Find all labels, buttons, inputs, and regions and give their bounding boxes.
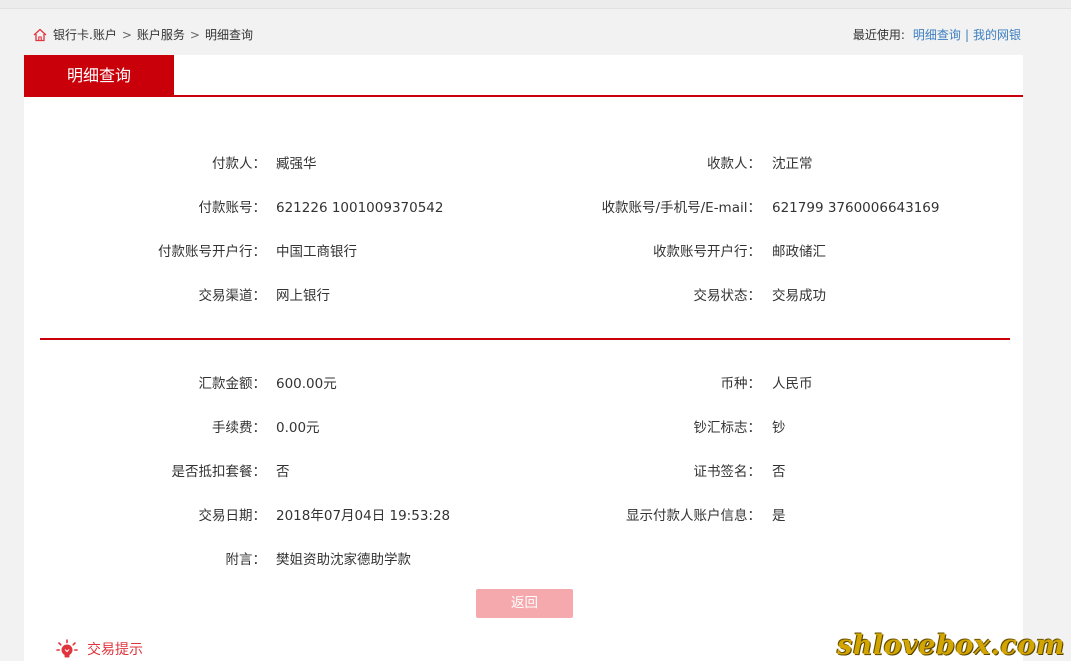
transaction-tip-label: 交易提示 — [87, 642, 143, 658]
status-value: 交易成功 — [772, 288, 826, 304]
payee-label: 收款人： — [707, 156, 761, 172]
package-deduct-label: 是否抵扣套餐： — [171, 464, 267, 480]
payer-bank-value: 中国工商银行 — [276, 244, 357, 260]
date-label: 交易日期： — [198, 508, 267, 524]
tab-detail-query[interactable]: 明细查询 — [24, 55, 174, 96]
amount-label: 汇款金额： — [198, 376, 267, 392]
show-payer-row: 显示付款人账户信息： — [424, 506, 761, 526]
show-payer-label: 显示付款人账户信息： — [626, 508, 761, 524]
cert-sign-label: 证书签名： — [693, 464, 762, 480]
recent-used-label: 最近使用: — [852, 28, 905, 42]
payee-bank-value: 邮政储汇 — [772, 244, 826, 260]
amount-row: 汇款金额： — [24, 374, 267, 394]
payer-bank-label: 付款账号开户行： — [158, 244, 266, 260]
breadcrumb-separator: > — [189, 27, 200, 42]
channel-label: 交易渠道： — [198, 288, 267, 304]
recent-used: 最近使用: 明细查询 | 我的网银 — [853, 26, 1021, 43]
tab-bar: 明细查询 — [24, 55, 1023, 97]
payee-account-label: 收款账号/手机号/E-mail： — [601, 200, 761, 216]
cash-flag-row: 钞汇标志： — [424, 418, 762, 438]
amount-value: 600.00元 — [276, 376, 337, 392]
top-bar: 银行卡.账户 > 账户服务 > 明细查询 最近使用: 明细查询 | 我的网银 — [24, 26, 1023, 46]
detail-panel: 明细查询 付款人： 臧强华 付款账号： 621226 1001009370542… — [24, 55, 1023, 661]
currency-row: 币种： — [424, 374, 762, 394]
date-row: 交易日期： — [24, 506, 267, 526]
show-payer-value: 是 — [772, 508, 786, 524]
payee-bank-row: 收款账号开户行： — [424, 242, 761, 262]
package-deduct-row: 是否抵扣套餐： — [24, 462, 267, 482]
payee-row: 收款人： — [424, 154, 761, 174]
recent-link-my-ebank[interactable]: 我的网银 — [973, 26, 1021, 43]
package-deduct-value: 否 — [276, 464, 290, 480]
payer-row: 付款人： — [24, 154, 266, 174]
breadcrumb-item-account-service[interactable]: 账户服务 — [137, 26, 185, 43]
currency-label: 币种： — [720, 376, 762, 392]
status-label: 交易状态： — [693, 288, 762, 304]
remark-label: 附言： — [225, 552, 267, 568]
recent-link-detail-query[interactable]: 明细查询 — [913, 26, 961, 43]
fee-label: 手续费： — [212, 420, 266, 436]
payer-account-row: 付款账号： — [24, 198, 267, 218]
remark-value: 樊姐资助沈家德助学款 — [276, 552, 411, 568]
payer-account-label: 付款账号： — [198, 200, 267, 216]
remark-row: 附言： — [24, 550, 267, 570]
watermark: shlovebox.com — [837, 630, 1065, 661]
payee-bank-label: 收款账号开户行： — [653, 244, 761, 260]
fee-value: 0.00元 — [276, 420, 320, 436]
cash-flag-value: 钞 — [772, 420, 786, 436]
breadcrumb-item-detail-query: 明细查询 — [204, 28, 253, 42]
breadcrumb-separator: > — [121, 27, 132, 42]
payer-account-value: 621226 1001009370542 — [276, 200, 444, 216]
channel-row: 交易渠道： — [24, 286, 267, 306]
home-icon[interactable] — [32, 27, 48, 43]
payee-value: 沈正常 — [772, 156, 813, 172]
transaction-tip[interactable]: 交易提示 — [56, 639, 143, 659]
back-button[interactable]: 返回 — [476, 589, 573, 618]
top-border — [0, 0, 1071, 9]
breadcrumb-item-card-account[interactable]: 银行卡.账户 — [53, 26, 117, 43]
status-row: 交易状态： — [424, 286, 762, 306]
cash-flag-label: 钞汇标志： — [693, 420, 762, 436]
breadcrumb: 银行卡.账户 > 账户服务 > 明细查询 — [32, 26, 253, 43]
payer-value: 臧强华 — [276, 156, 317, 172]
payee-account-row: 收款账号/手机号/E-mail： — [424, 198, 761, 218]
recent-separator: | — [964, 27, 969, 42]
channel-value: 网上银行 — [276, 288, 330, 304]
section-divider — [40, 338, 1010, 340]
lightbulb-icon — [56, 639, 78, 658]
cert-sign-row: 证书签名： — [424, 462, 762, 482]
fee-row: 手续费： — [24, 418, 266, 438]
payee-account-value: 621799 3760006643169 — [772, 200, 940, 216]
payer-label: 付款人： — [212, 156, 266, 172]
currency-value: 人民币 — [772, 376, 813, 392]
payer-bank-row: 付款账号开户行： — [24, 242, 266, 262]
cert-sign-value: 否 — [772, 464, 786, 480]
